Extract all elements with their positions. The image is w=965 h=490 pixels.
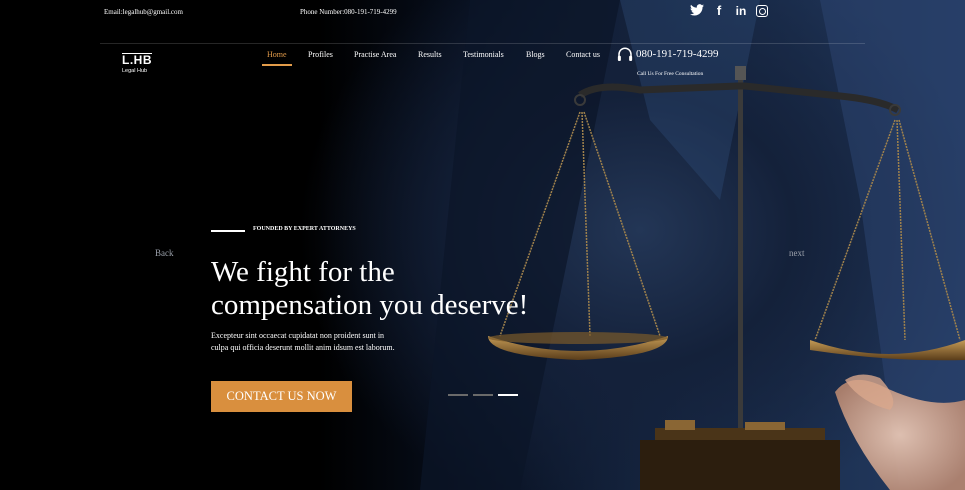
hero-headline-line-1: We fight for the	[211, 256, 395, 288]
nav-contact-us[interactable]: Contact us	[566, 50, 600, 59]
nav-blogs[interactable]: Blogs	[526, 50, 545, 59]
nav-practise-area[interactable]: Practise Area	[354, 50, 396, 59]
eyebrow-rule	[211, 230, 245, 232]
slider-back-button[interactable]: Back	[155, 248, 174, 258]
slider-indicators	[448, 394, 518, 396]
slider-dot-active[interactable]	[498, 394, 518, 396]
contact-us-button[interactable]: CONTACT US NOW	[211, 381, 352, 412]
headset-icon	[617, 47, 633, 61]
call-box[interactable]: 080-191-719-4299 Call Us For Free Consul…	[616, 46, 719, 77]
logo-subtitle: Legal Hub	[122, 68, 148, 74]
contact-email[interactable]: Email:legalhub@gmail.com	[104, 8, 183, 16]
facebook-icon[interactable]: f	[712, 4, 726, 18]
slider-dot[interactable]	[448, 394, 468, 396]
instagram-icon[interactable]	[756, 5, 768, 17]
contact-phone[interactable]: Phone Number:080-191-719-4299	[300, 8, 397, 16]
top-bar: Email:legalhub@gmail.com Phone Number:08…	[0, 0, 965, 26]
slider-next-button[interactable]: next	[789, 248, 805, 258]
nav-testimonials[interactable]: Testimonials	[463, 50, 504, 59]
call-caption: Call Us For Free Consultation	[637, 71, 704, 77]
nav-results[interactable]: Results	[418, 50, 442, 59]
header-divider	[100, 43, 865, 44]
hero-description-line-2: culpa qui officia deserunt mollit anim i…	[211, 343, 395, 352]
nav-profiles[interactable]: Profiles	[308, 50, 333, 59]
hero-description-line-1: Excepteur sint occaecat cupidatat non pr…	[211, 331, 385, 340]
hero-headline-line-2: compensation you deserve!	[211, 289, 529, 321]
twitter-icon[interactable]	[690, 4, 704, 18]
nav-home[interactable]: Home	[267, 50, 287, 59]
linkedin-icon[interactable]: in	[734, 4, 748, 18]
hero-eyebrow: FOUNDED BY EXPERT ATTORNEYS	[253, 226, 356, 232]
slider-dot[interactable]	[473, 394, 493, 396]
logo-mark: L.HB	[122, 53, 152, 67]
site-logo[interactable]: L.HB Legal Hub	[122, 53, 152, 74]
hero-description: Excepteur sint occaecat cupidatat non pr…	[211, 330, 441, 354]
nav-active-indicator	[262, 64, 292, 66]
hero-headline: We fight for the compensation you deserv…	[211, 256, 631, 322]
call-number: 080-191-719-4299	[636, 48, 719, 60]
social-links: f in	[690, 4, 768, 18]
